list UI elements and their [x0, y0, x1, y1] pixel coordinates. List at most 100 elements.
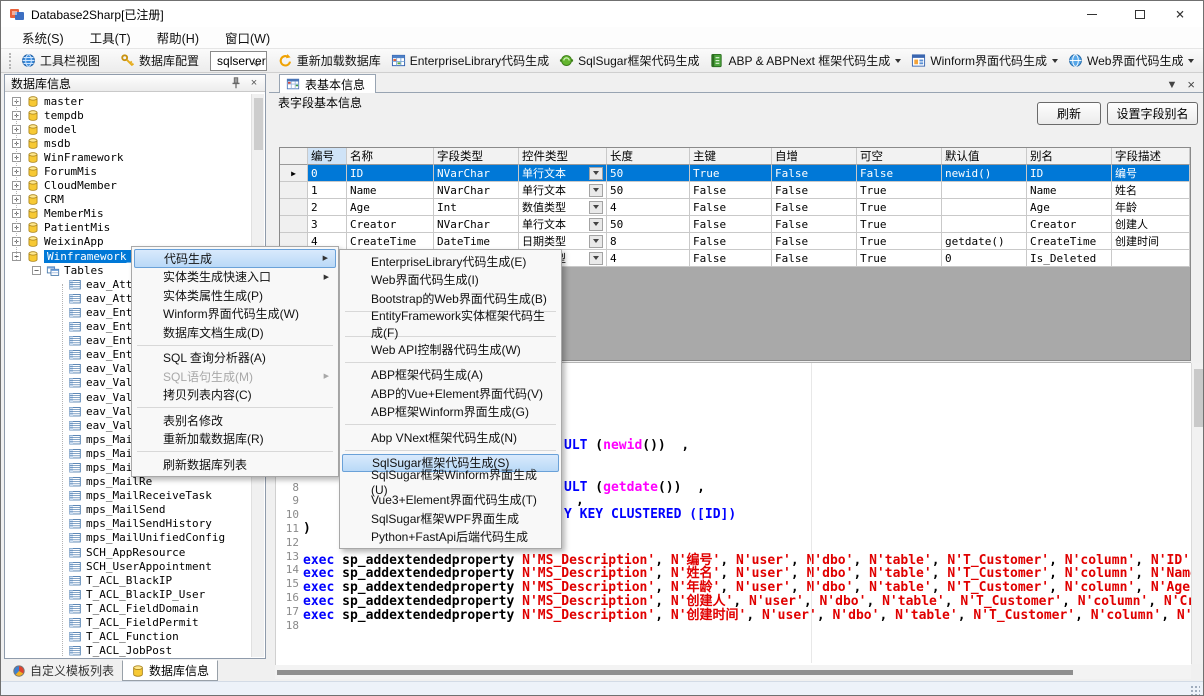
- tree-item-database[interactable]: +CloudMember: [6, 179, 252, 193]
- grid-cell[interactable]: Name: [347, 182, 434, 199]
- grid-cell[interactable]: getdate(): [942, 233, 1027, 250]
- grid-cell[interactable]: [1112, 250, 1190, 267]
- tree-item-table[interactable]: mps_MailRe: [6, 475, 252, 489]
- grid-row[interactable]: 2AgeInt数值类型4FalseFalseTrueAge年龄: [280, 199, 1190, 216]
- grid-cell[interactable]: True: [857, 199, 942, 216]
- tree-item-database[interactable]: +master: [6, 94, 252, 108]
- grid-cell[interactable]: Age: [1027, 199, 1112, 216]
- combo-dropdown-button[interactable]: [589, 201, 603, 214]
- grid-row[interactable]: 1NameNVarChar单行文本50FalseFalseTrueName姓名: [280, 182, 1190, 199]
- grid-column-header[interactable]: 主键: [690, 148, 772, 165]
- grid-cell[interactable]: True: [857, 182, 942, 199]
- grid-cell[interactable]: False: [772, 233, 857, 250]
- code-horizontal-scrollbar[interactable]: [275, 665, 1191, 679]
- tree-item-database[interactable]: +PatientMis: [6, 221, 252, 235]
- submenu-item[interactable]: ABP的Vue+Element界面代码(V): [342, 384, 559, 403]
- grid-cell[interactable]: 数值类型: [519, 199, 607, 216]
- grid-cell[interactable]: newid(): [942, 165, 1027, 182]
- grid-cell[interactable]: NVarChar: [434, 182, 519, 199]
- grid-cell[interactable]: True: [857, 216, 942, 233]
- resize-grip[interactable]: [1190, 685, 1200, 695]
- grid-column-header[interactable]: 默认值: [942, 148, 1027, 165]
- code-vertical-scrollbar[interactable]: [1191, 363, 1204, 664]
- grid-cell[interactable]: 3: [308, 216, 347, 233]
- grid-column-header[interactable]: 字段类型: [434, 148, 519, 165]
- submenu-item[interactable]: ABP框架代码生成(A): [342, 366, 559, 385]
- grid-cell[interactable]: 50: [607, 165, 690, 182]
- combo-dropdown-button[interactable]: [589, 235, 603, 248]
- grid-cell[interactable]: False: [690, 182, 772, 199]
- grid-cell[interactable]: Is_Deleted: [1027, 250, 1112, 267]
- grid-cell[interactable]: Creator: [1027, 216, 1112, 233]
- context-menu-item[interactable]: 代码生成▶: [134, 249, 336, 268]
- grid-cell[interactable]: 0: [308, 165, 347, 182]
- context-menu-item[interactable]: 数据库文档生成(D): [134, 323, 336, 342]
- toolbar-button-globe-view-icon[interactable]: 工具栏视图: [16, 50, 105, 71]
- tree-item-table[interactable]: T_ACL_BlackIP_User: [6, 587, 252, 601]
- combo-dropdown-button[interactable]: [589, 218, 603, 231]
- grid-cell[interactable]: False: [690, 199, 772, 216]
- database-type-combobox[interactable]: sqlserver: [210, 51, 267, 71]
- submenu-item[interactable]: EntityFramework实体框架代码生成(F): [342, 315, 559, 334]
- tree-item-database[interactable]: +tempdb: [6, 108, 252, 122]
- grid-cell[interactable]: [942, 216, 1027, 233]
- chevron-down-icon[interactable]: ▼: [1167, 79, 1178, 91]
- grid-cell[interactable]: 单行文本: [519, 165, 607, 182]
- tree-item-table[interactable]: T_ACL_FieldDomain: [6, 601, 252, 615]
- submenu-item[interactable]: ABP框架Winform界面生成(G): [342, 403, 559, 422]
- grid-cell[interactable]: False: [690, 250, 772, 267]
- tree-item-database[interactable]: +WinFramework: [6, 150, 252, 164]
- grid-cell[interactable]: Int: [434, 199, 519, 216]
- grid-column-header[interactable]: 控件类型: [519, 148, 607, 165]
- tree-item-table[interactable]: T_ACL_JobPost: [6, 644, 252, 657]
- context-menu-item[interactable]: 拷贝列表内容(C): [134, 386, 336, 405]
- tree-item-table[interactable]: T_ACL_Function: [6, 630, 252, 644]
- grid-cell[interactable]: Creator: [347, 216, 434, 233]
- context-menu-item[interactable]: 表别名修改: [134, 411, 336, 430]
- menubar-item-system[interactable]: 系统(S): [9, 28, 77, 47]
- combo-dropdown-button[interactable]: [589, 167, 603, 180]
- menubar-item-window[interactable]: 窗口(W): [212, 28, 283, 47]
- grid-cell[interactable]: 年龄: [1112, 199, 1190, 216]
- grid-cell[interactable]: 8: [607, 233, 690, 250]
- grid-cell[interactable]: NVarChar: [434, 216, 519, 233]
- tree-item-table[interactable]: T_ACL_BlackIP: [6, 573, 252, 587]
- context-menu-item[interactable]: 实体类属性生成(P): [134, 286, 336, 305]
- tab-database-info[interactable]: 数据库信息: [122, 660, 218, 681]
- grid-cell[interactable]: Age: [347, 199, 434, 216]
- tab-custom-templates[interactable]: 自定义模板列表: [4, 660, 122, 681]
- grid-cell[interactable]: 50: [607, 182, 690, 199]
- grid-cell[interactable]: False: [690, 233, 772, 250]
- grid-column-header[interactable]: 长度: [607, 148, 690, 165]
- grid-cell[interactable]: CreateTime: [1027, 233, 1112, 250]
- context-menu-item[interactable]: 实体类生成快速入口▶: [134, 268, 336, 287]
- combo-dropdown-button[interactable]: [589, 184, 603, 197]
- submenu-item[interactable]: Vue3+Element界面代码生成(T): [342, 491, 559, 510]
- grid-cell[interactable]: CreateTime: [347, 233, 434, 250]
- grid-row[interactable]: 4CreateTimeDateTime日期类型8FalseFalseTruege…: [280, 233, 1190, 250]
- grid-cell[interactable]: [942, 182, 1027, 199]
- grid-column-header[interactable]: 编号: [308, 148, 347, 165]
- context-menu-item[interactable]: Winform界面代码生成(W): [134, 305, 336, 324]
- submenu-item[interactable]: SqlSugar框架Winform界面生成(U): [342, 472, 559, 491]
- grid-cell[interactable]: 姓名: [1112, 182, 1190, 199]
- grid-cell[interactable]: DateTime: [434, 233, 519, 250]
- grid-column-header[interactable]: 字段描述: [1112, 148, 1190, 165]
- grid-cell[interactable]: 1: [308, 182, 347, 199]
- submenu-item[interactable]: Bootstrap的Web界面代码生成(B): [342, 289, 559, 308]
- grid-cell[interactable]: 创建时间: [1112, 233, 1190, 250]
- tree-expander-icon[interactable]: −: [32, 266, 41, 275]
- tree-item-database[interactable]: +msdb: [6, 136, 252, 150]
- grid-cell[interactable]: False: [772, 165, 857, 182]
- submenu-item[interactable]: EnterpriseLibrary代码生成(E): [342, 252, 559, 271]
- grid-cell[interactable]: ID: [347, 165, 434, 182]
- submenu-item[interactable]: Web界面代码生成(I): [342, 271, 559, 290]
- tree-item-table[interactable]: T_ACL_FieldPermit: [6, 615, 252, 629]
- grid-cell[interactable]: False: [772, 182, 857, 199]
- grid-row[interactable]: ▶0IDNVarChar单行文本50TrueFalseFalsenewid()I…: [280, 165, 1190, 182]
- grid-column-header[interactable]: 别名: [1027, 148, 1112, 165]
- context-menu-item[interactable]: SQL 查询分析器(A): [134, 349, 336, 368]
- tree-item-table[interactable]: mps_MailReceiveTask: [6, 489, 252, 503]
- grid-cell[interactable]: True: [690, 165, 772, 182]
- submenu-item[interactable]: Python+FastApi后端代码生成: [342, 528, 559, 547]
